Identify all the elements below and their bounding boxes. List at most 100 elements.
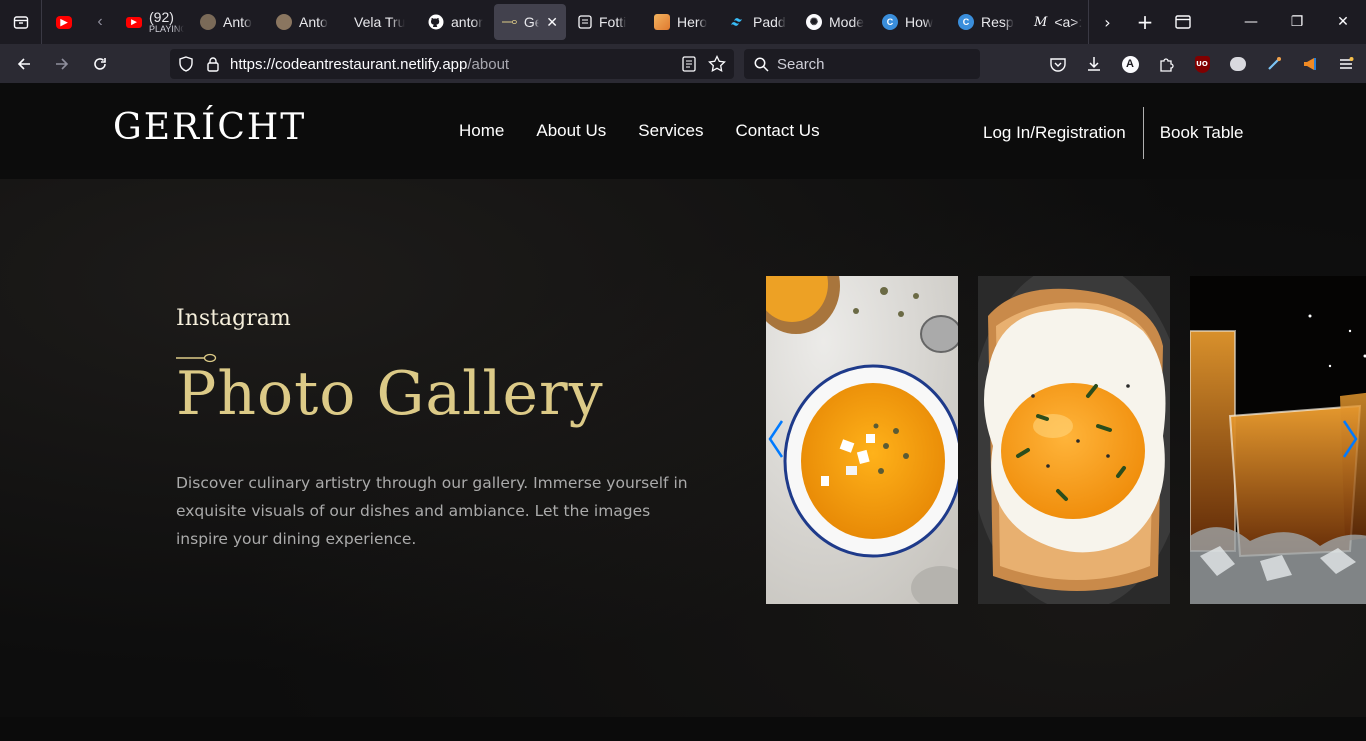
openai-icon: ✺ — [806, 14, 822, 30]
scroll-tabs-left-button[interactable]: ‹ — [82, 4, 118, 40]
tab-youtube-playing[interactable]: ▶ (92) PLAYING — [118, 4, 192, 40]
toolbar-icons: A UO — [1040, 44, 1364, 84]
window-icon — [1175, 15, 1191, 29]
account-button[interactable]: A — [1112, 44, 1148, 84]
shield-icon[interactable] — [178, 56, 194, 72]
tab-title: <a>: — [1054, 14, 1083, 30]
book-table-link[interactable]: Book Table — [1160, 123, 1244, 143]
extensions-button[interactable] — [1148, 44, 1184, 84]
tab-title: Fotti — [599, 14, 627, 30]
tab-padding[interactable]: Padd — [722, 4, 798, 40]
gallery-slide-egg[interactable] — [978, 276, 1170, 604]
spoon-icon — [502, 19, 517, 25]
url-bar[interactable]: https://codeantrestaurant.netlify.app/ab… — [170, 49, 734, 79]
nav-link-home[interactable]: Home — [459, 121, 504, 141]
whiskey-glasses-image — [1190, 276, 1366, 604]
tab-gericht-active[interactable]: Ge ✕ — [494, 4, 566, 40]
tab-title: Mode — [829, 14, 865, 30]
search-icon — [754, 57, 769, 72]
tab-title: Hero — [677, 14, 708, 30]
account-avatar-icon: A — [1121, 55, 1139, 73]
login-link[interactable]: Log In/Registration — [983, 123, 1126, 143]
hamburger-menu-icon — [1340, 57, 1354, 69]
minimize-icon: — — [1244, 14, 1258, 30]
tab-title: antor — [451, 14, 483, 30]
url-main: https://codeantrestaurant.netlify.app — [230, 55, 468, 73]
tab-vela[interactable]: Vela Tru — [344, 4, 420, 40]
gallery-slide-whiskey[interactable] — [1190, 276, 1366, 604]
carousel-next-arrow-icon[interactable] — [1342, 419, 1358, 459]
restore-icon: ❐ — [1290, 14, 1304, 30]
search-bar[interactable]: Search — [744, 49, 980, 79]
close-icon: ✕ — [1337, 14, 1349, 30]
pocket-button[interactable] — [1040, 44, 1076, 84]
close-window-button[interactable]: ✕ — [1320, 0, 1366, 44]
github-icon — [428, 14, 444, 30]
forward-button[interactable] — [44, 48, 80, 80]
tab-fotti[interactable]: Fotti — [570, 4, 646, 40]
browser-nav-bar: https://codeantrestaurant.netlify.app/ab… — [0, 44, 1366, 84]
tab-title: Anto — [299, 14, 328, 30]
tab-title: (92) — [149, 10, 174, 25]
tab-list-button[interactable] — [0, 0, 42, 44]
lock-icon[interactable] — [206, 56, 220, 72]
pumpkin-soup-image — [766, 276, 958, 604]
gallery-description: Discover culinary artistry through our g… — [176, 474, 688, 548]
tabbar-controls: › + — ❐ ✕ — [1088, 0, 1366, 44]
site-logo[interactable]: GERÍCHT — [113, 107, 306, 148]
codeium-icon: C — [958, 14, 974, 30]
tab-resp[interactable]: C Resp — [950, 4, 1026, 40]
reader-view-icon[interactable] — [682, 56, 696, 72]
ublock-button[interactable]: UO — [1184, 44, 1220, 84]
megaphone-icon — [1304, 58, 1316, 70]
codeium-icon: C — [882, 14, 898, 30]
nav-link-about[interactable]: About Us — [536, 121, 606, 141]
bookmark-star-icon[interactable] — [708, 55, 726, 73]
arrow-left-icon — [17, 57, 30, 70]
tab-anto-1[interactable]: Anto — [192, 4, 268, 40]
arrow-right-icon — [56, 57, 69, 70]
new-tab-button[interactable]: + — [1126, 0, 1164, 44]
search-placeholder: Search — [777, 55, 825, 73]
back-button[interactable] — [6, 48, 42, 80]
chevron-left-icon: ‹ — [97, 13, 103, 30]
nav-link-services[interactable]: Services — [638, 121, 703, 141]
downloads-button[interactable] — [1076, 44, 1112, 84]
tab-how[interactable]: C How — [874, 4, 950, 40]
app-menu-button[interactable] — [1328, 44, 1364, 84]
url-path: /about — [467, 55, 510, 73]
youtube-muted-icon: ▶ — [56, 15, 72, 29]
url-text: https://codeantrestaurant.netlify.app/ab… — [230, 56, 509, 73]
puzzle-icon — [1160, 58, 1174, 72]
gallery-slide-soup[interactable] — [766, 276, 958, 604]
tab-hero[interactable]: Hero — [646, 4, 722, 40]
download-icon — [1088, 57, 1100, 71]
minimize-button[interactable]: — — [1228, 0, 1274, 44]
colorpicker-button[interactable] — [1256, 44, 1292, 84]
extension-orange-button[interactable] — [1292, 44, 1328, 84]
pocket-icon — [1050, 57, 1066, 72]
nav-right-links: Log In/Registration Book Table — [983, 107, 1244, 159]
reload-button[interactable] — [82, 48, 118, 80]
cloud-icon — [1230, 57, 1246, 71]
browser-tab-bar: ▶ ‹ ▶ (92) PLAYING Anto Anto Vela Tru an… — [0, 0, 1366, 44]
carousel-prev-arrow-icon[interactable] — [768, 419, 784, 459]
scroll-tabs-right-button[interactable]: › — [1088, 0, 1126, 44]
tab-pinned-youtube[interactable]: ▶ — [42, 4, 82, 40]
tab-github[interactable]: antor — [420, 4, 494, 40]
firefox-view-button[interactable] — [1164, 0, 1202, 44]
tab-title: Resp — [981, 14, 1014, 30]
chevron-right-icon: › — [1104, 12, 1111, 32]
tab-anto-2[interactable]: Anto — [268, 4, 344, 40]
restore-button[interactable]: ❐ — [1274, 0, 1320, 44]
close-tab-icon[interactable]: ✕ — [546, 14, 558, 31]
ublock-icon: UO — [1194, 55, 1210, 73]
nav-link-contact[interactable]: Contact Us — [735, 121, 819, 141]
image-icon — [654, 14, 670, 30]
avatar-icon — [276, 14, 292, 30]
photo-carousel[interactable] — [766, 276, 1366, 604]
tab-strip: ▶ ‹ ▶ (92) PLAYING Anto Anto Vela Tru an… — [42, 0, 1106, 44]
tab-openai[interactable]: ✺ Mode — [798, 4, 874, 40]
page-icon — [578, 15, 592, 29]
extension-cloud-button[interactable] — [1220, 44, 1256, 84]
